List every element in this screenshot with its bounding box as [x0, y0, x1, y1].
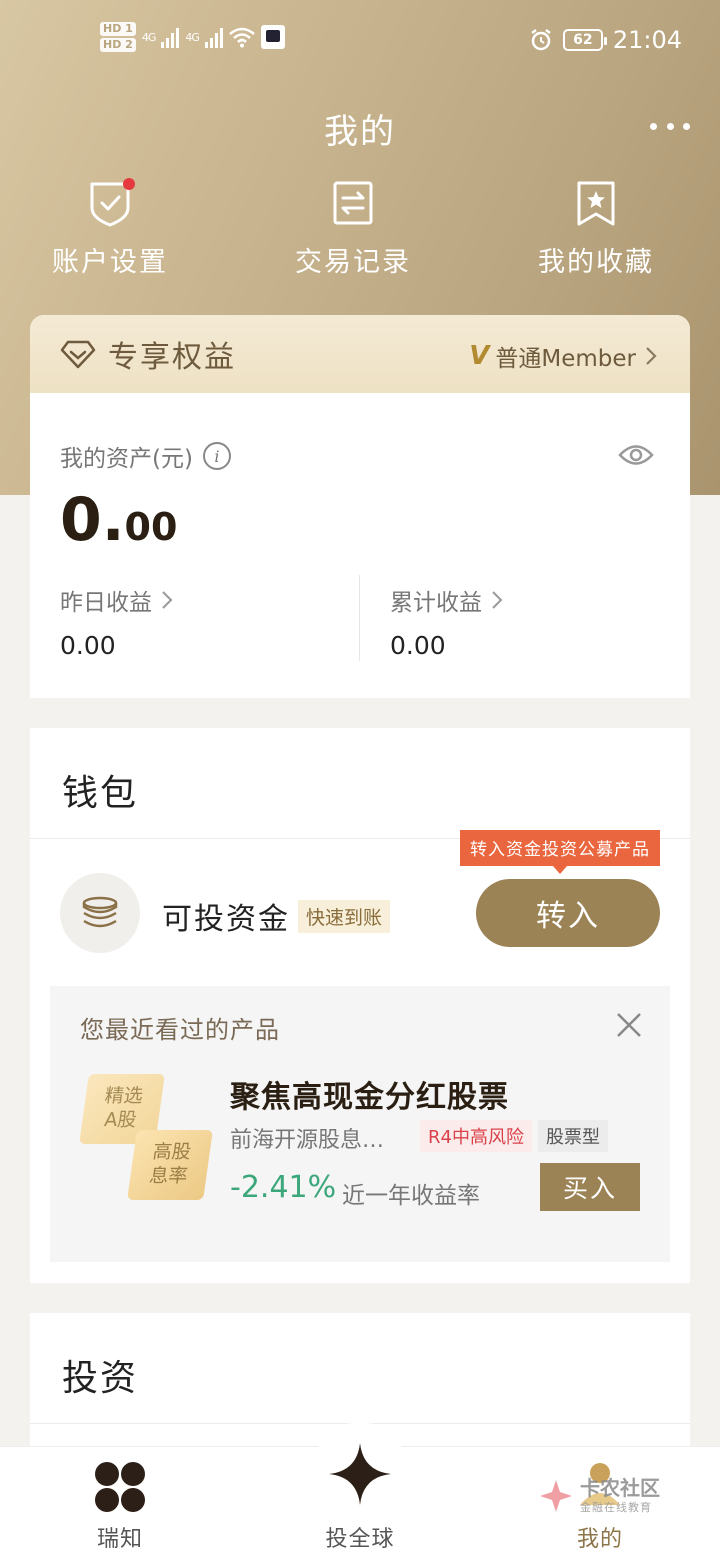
hd1-label: HD 1 — [100, 22, 136, 36]
battery-icon: 62 — [562, 29, 607, 51]
assets-label-row: 我的资产(元) i — [60, 439, 231, 473]
alarm-icon — [531, 29, 551, 51]
quick-nav: 账户设置 交易记录 我的收藏 — [0, 178, 720, 288]
vip-icon: V — [469, 341, 490, 371]
benefits-title: 专享权益 — [108, 340, 236, 375]
annual-return-rate: -2.41% — [230, 1170, 337, 1205]
annual-return-label: 近一年收益率 — [342, 1183, 480, 1209]
divider — [359, 575, 360, 661]
investable-funds-label: 可投资金 — [162, 902, 290, 937]
star-sparkle-icon — [329, 1443, 391, 1505]
assets-value-integer: 0. — [60, 485, 125, 555]
product-badge-image: 精选 A股 高股 息率 — [79, 1074, 213, 1208]
assets-value-decimal: 00 — [124, 505, 178, 549]
exclusive-benefits-bar[interactable]: 专享权益 V 普通Member — [30, 315, 690, 393]
tab-label: 我的 — [576, 1527, 623, 1552]
four-dots-icon — [95, 1462, 145, 1512]
watermark-line1: 卡农社区 — [580, 1476, 660, 1500]
buy-button[interactable]: 买入 — [540, 1163, 640, 1211]
chevron-right-icon — [162, 591, 173, 609]
status-bar: HD 1 HD 2 4G 4G 62 21:04 — [0, 0, 720, 84]
investment-title: 投资 — [62, 1358, 139, 1399]
chevron-right-icon — [492, 591, 503, 609]
assets-value: 0.00 — [60, 485, 177, 555]
promo-tag: 转入资金投资公募产品 — [460, 830, 660, 874]
tab-global-invest[interactable]: 投全球 — [240, 1443, 480, 1560]
fund-type-tag: 股票型 — [538, 1120, 608, 1152]
notification-dot — [123, 178, 135, 190]
network-type-1: 4G — [141, 30, 156, 44]
wallet-title: 钱包 — [62, 773, 139, 814]
product-fund-name: 前海开源股息… — [230, 1128, 385, 1153]
transfer-in-button[interactable]: 转入 — [476, 879, 660, 947]
exchange-record-icon — [330, 178, 376, 228]
quick-nav-label: 账户设置 — [52, 247, 168, 278]
wifi-icon — [229, 27, 255, 48]
coins-icon — [60, 873, 140, 953]
watermark-logo — [540, 1480, 572, 1512]
notification-app-icon — [260, 25, 285, 49]
tab-ruizhi[interactable]: 瑞知 — [0, 1447, 240, 1560]
yesterday-earnings-value: 0.00 — [60, 631, 116, 660]
member-level-link[interactable]: V 普通Member — [469, 339, 660, 373]
total-earnings-value: 0.00 — [390, 631, 446, 660]
info-icon[interactable]: i — [202, 442, 231, 470]
fast-arrival-badge: 快速到账 — [298, 900, 391, 933]
shield-check-icon — [87, 178, 135, 228]
total-earnings[interactable]: 累计收益 0.00 — [390, 583, 504, 660]
close-icon[interactable] — [616, 1012, 642, 1038]
network-type-2: 4G — [185, 30, 199, 44]
status-left: HD 1 HD 2 4G 4G — [100, 22, 285, 52]
watermark: 卡农社区 金融在线教育 — [538, 1477, 660, 1515]
yesterday-earnings-label: 昨日收益 — [60, 590, 152, 616]
page-title: 我的 — [324, 112, 396, 152]
diamond-icon — [60, 340, 96, 369]
assets-label: 我的资产(元) — [60, 446, 193, 472]
quick-nav-label: 我的收藏 — [538, 247, 654, 278]
yesterday-earnings[interactable]: 昨日收益 0.00 — [60, 583, 174, 660]
clock: 21:04 — [612, 26, 682, 54]
tab-label: 投全球 — [325, 1527, 395, 1552]
member-level: 普通Member — [495, 346, 636, 372]
total-earnings-label: 累计收益 — [390, 590, 482, 616]
bookmark-star-icon — [573, 178, 619, 228]
signal-icon — [161, 26, 180, 48]
more-options-icon[interactable] — [650, 118, 690, 134]
watermark-line2: 金融在线教育 — [580, 1501, 652, 1514]
hd-indicators: HD 1 HD 2 — [100, 22, 136, 52]
signal-icon — [204, 26, 223, 48]
chevron-right-icon — [646, 347, 657, 365]
bottom-navigation: 瑞知 投全球 我的 卡农社区 金融在线教育 — [0, 1423, 720, 1560]
hd2-label: HD 2 — [100, 38, 136, 52]
eye-icon[interactable] — [618, 442, 654, 468]
risk-level-tag: R4中高风险 — [420, 1120, 532, 1152]
wallet-card: 钱包 转入资金投资公募产品 可投资金 快速到账 转入 您最近看过的产品 精选 A股… — [30, 728, 690, 1283]
product-name[interactable]: 聚焦高现金分红股票 — [230, 1072, 509, 1116]
badge-high-dividend: 高股 息率 — [127, 1130, 213, 1200]
quick-nav-favorites[interactable]: 我的收藏 — [496, 178, 696, 279]
tab-label: 瑞知 — [96, 1527, 143, 1552]
assets-card: 专享权益 V 普通Member 我的资产(元) i 0.00 昨日收益 0.00… — [30, 315, 690, 698]
quick-nav-account-settings[interactable]: 账户设置 — [10, 178, 210, 279]
recently-viewed-panel: 您最近看过的产品 精选 A股 高股 息率 聚焦高现金分红股票 前海开源股息… R4中… — [50, 986, 670, 1262]
recently-viewed-title: 您最近看过的产品 — [80, 1016, 280, 1044]
status-right: 62 21:04 — [529, 26, 682, 54]
quick-nav-label: 交易记录 — [295, 247, 411, 278]
quick-nav-transaction-records[interactable]: 交易记录 — [253, 178, 453, 279]
